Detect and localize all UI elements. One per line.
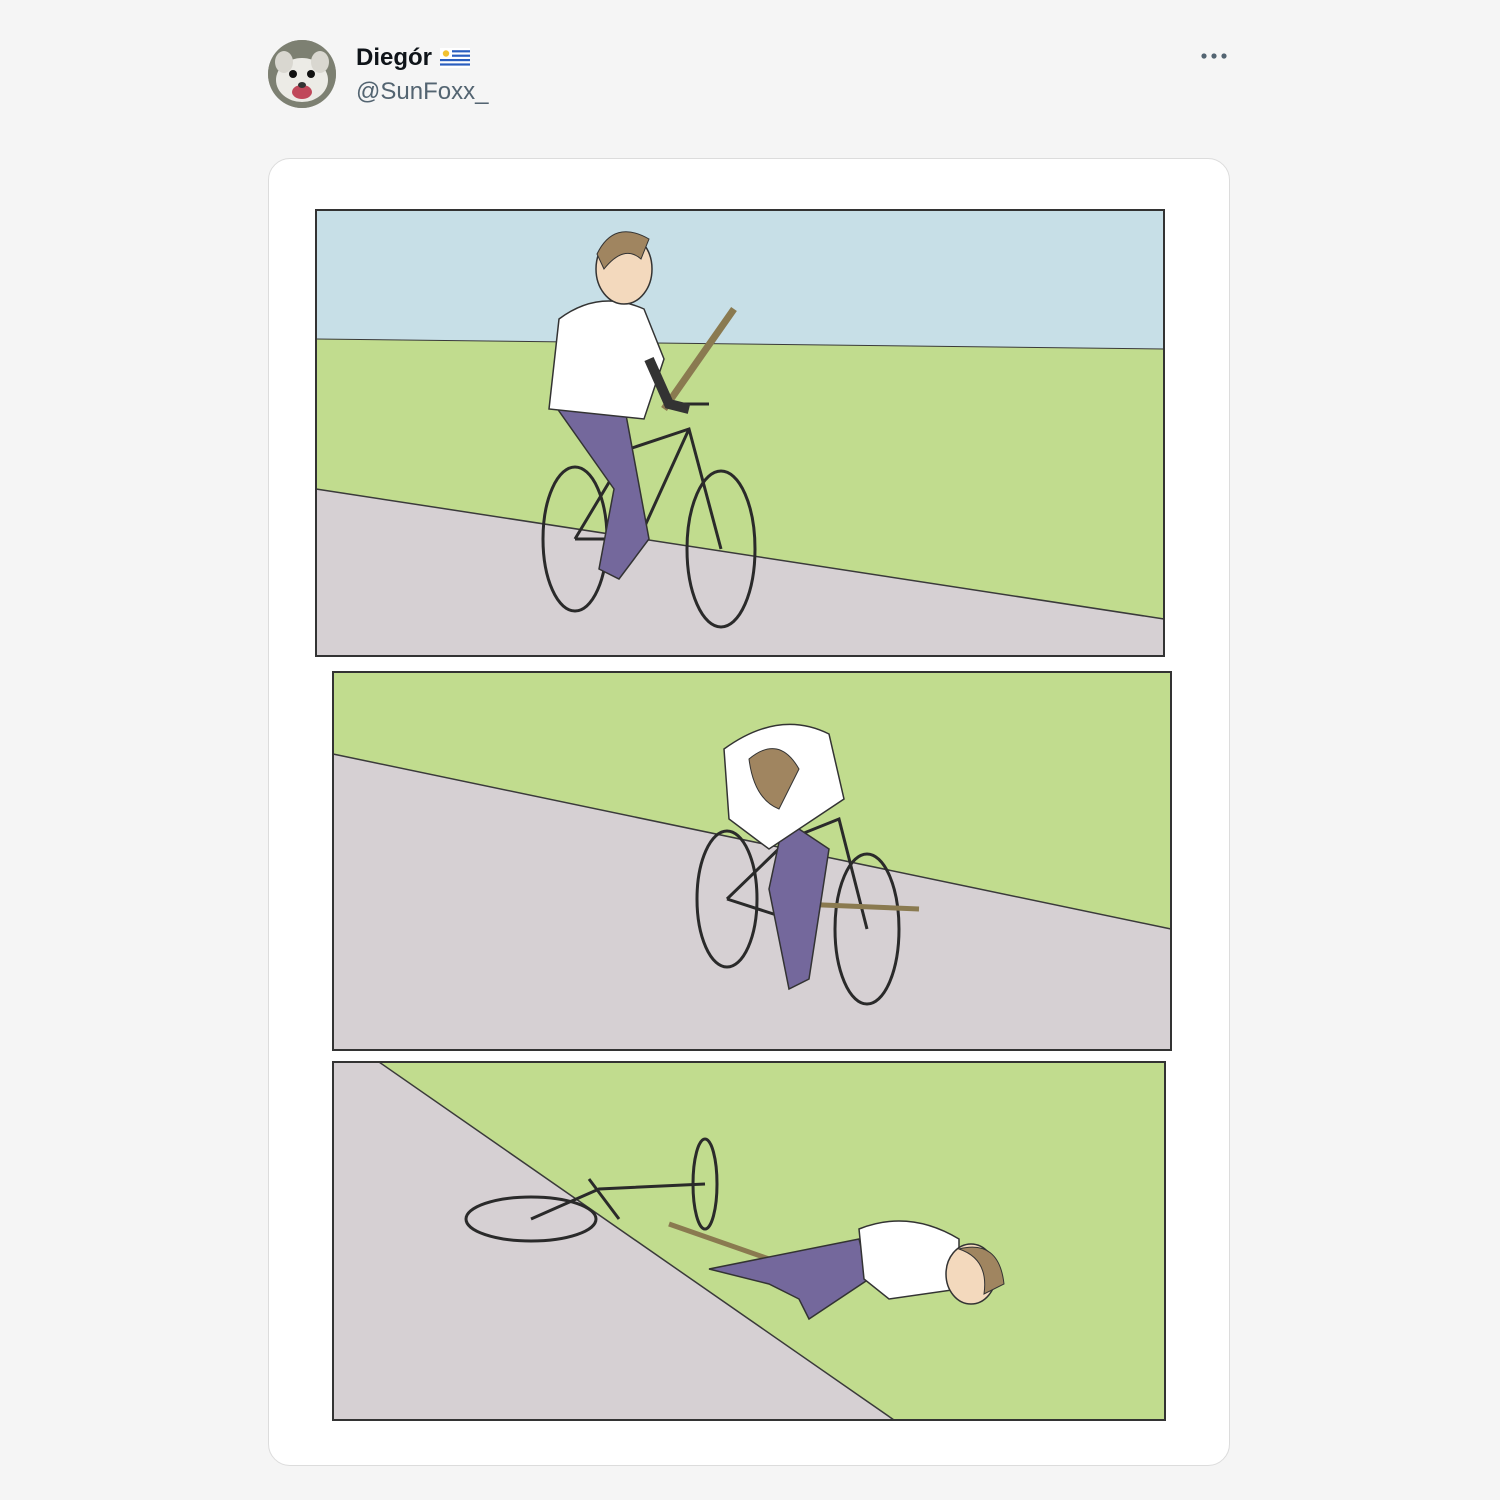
- handle[interactable]: @SunFoxx_: [356, 78, 488, 106]
- tweet-header: Diegór @SunFoxx_: [268, 40, 1232, 110]
- comic-panel-3: [332, 1061, 1166, 1421]
- display-name[interactable]: Diegór: [356, 44, 432, 72]
- more-dots-icon: [1201, 53, 1227, 59]
- comic-panel-2: [332, 671, 1172, 1051]
- tweet-media[interactable]: [268, 158, 1230, 1466]
- more-button[interactable]: [1196, 42, 1232, 70]
- bike-stick-comic-image: [315, 209, 1172, 1421]
- avatar[interactable]: [268, 40, 336, 108]
- uruguay-flag-icon: [440, 48, 471, 68]
- display-name-row: Diegór: [356, 42, 488, 74]
- comic-panel-1: [315, 209, 1165, 657]
- opossum-avatar-icon: [268, 40, 336, 108]
- author-names: Diegór @SunFoxx_: [356, 42, 488, 106]
